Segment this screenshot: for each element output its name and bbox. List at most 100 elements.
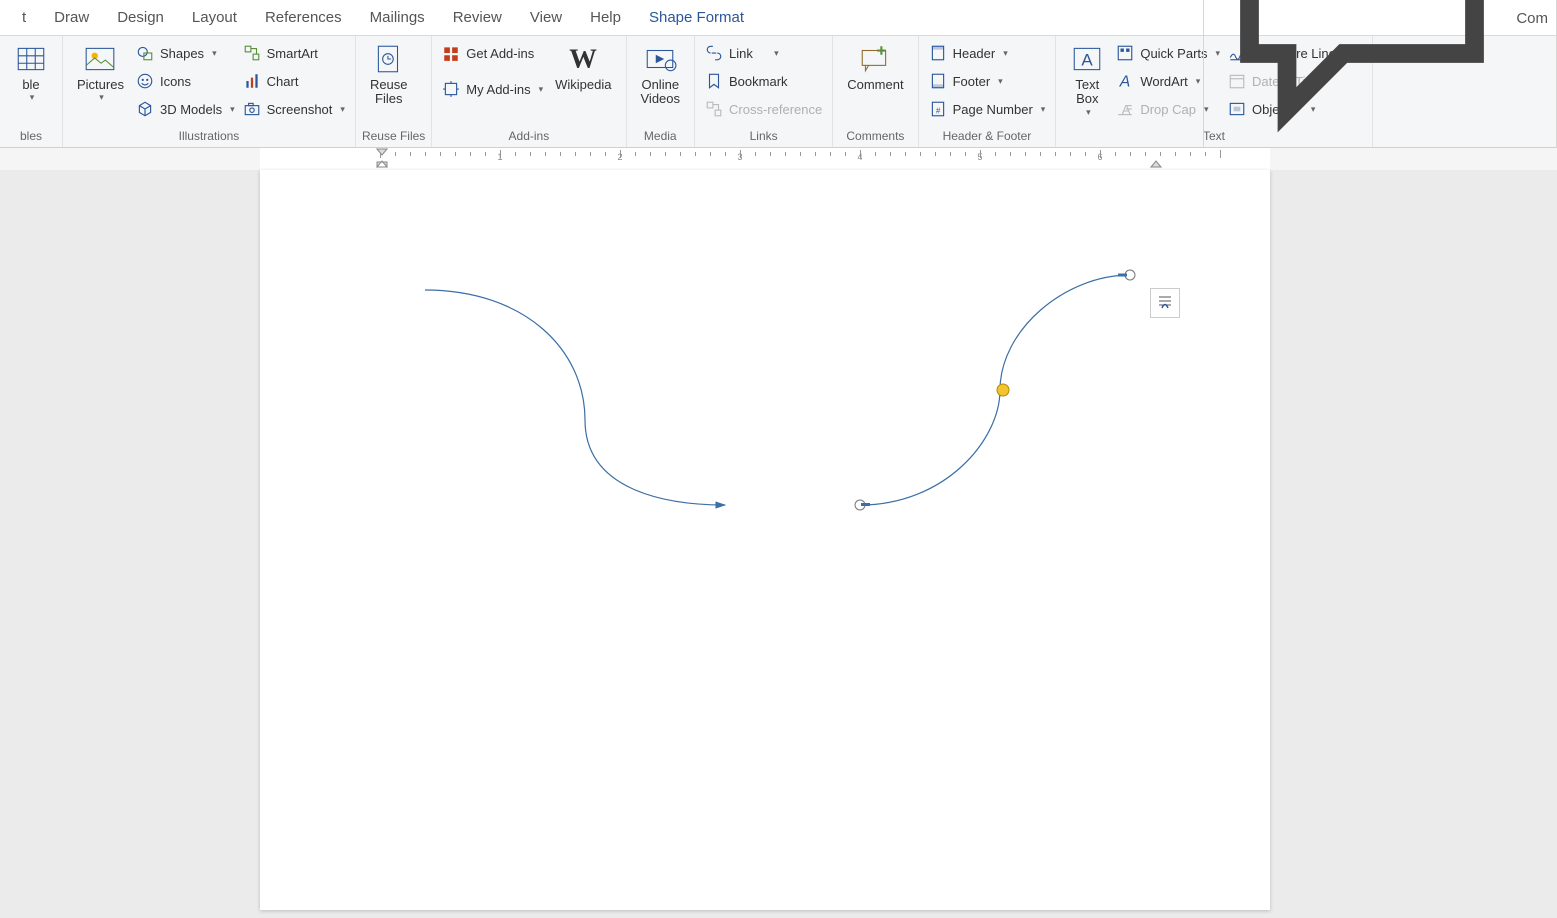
shape-adjustment-handle[interactable] <box>997 384 1009 396</box>
cross-reference-button[interactable]: Cross-reference <box>701 96 826 122</box>
group-label-illustrations: Illustrations <box>69 127 349 145</box>
chevron-down-icon: ▾ <box>539 84 544 95</box>
picture-icon <box>83 42 117 76</box>
page-number-icon: # <box>929 100 947 118</box>
reuse-files-icon <box>372 42 406 76</box>
tab-layout[interactable]: Layout <box>178 1 251 34</box>
group-label-header-footer: Header & Footer <box>925 127 1050 145</box>
crossref-icon <box>705 100 723 118</box>
ruler-number: 4 <box>857 152 862 162</box>
work-area: 1 2 3 4 5 6 <box>0 148 1557 918</box>
group-label-comments: Comments <box>839 127 911 145</box>
group-label-reuse-files: Reuse Files <box>362 127 425 145</box>
chevron-down-icon: ▾ <box>99 92 104 103</box>
ruler-number: 5 <box>977 152 982 162</box>
chevron-down-icon: ▾ <box>1003 48 1008 59</box>
chevron-down-icon: ▾ <box>998 76 1003 87</box>
table-icon <box>14 42 48 76</box>
wordart-icon: A <box>1116 72 1134 90</box>
shape-endpoint-arrowbase <box>861 503 870 506</box>
quickparts-icon <box>1116 44 1134 62</box>
wikipedia-icon: W <box>566 42 600 76</box>
chart-icon <box>243 72 261 90</box>
icons-button[interactable]: Icons <box>132 68 239 94</box>
chevron-down-icon: ▾ <box>30 92 35 103</box>
svg-text:#: # <box>935 107 940 116</box>
tab-review[interactable]: Review <box>439 1 516 34</box>
chevron-down-icon: ▾ <box>1041 104 1046 115</box>
screenshot-button[interactable]: Screenshot▾ <box>239 96 349 122</box>
get-addins-button[interactable]: Get Add-ins <box>438 40 547 66</box>
tab-insert[interactable]: t <box>8 1 40 34</box>
link-button[interactable]: Link ▾ <box>701 40 826 66</box>
tab-bar: t Draw Design Layout References Mailings… <box>0 0 1557 36</box>
icons-icon <box>136 72 154 90</box>
bookmark-button[interactable]: Bookmark <box>701 68 826 94</box>
tab-draw[interactable]: Draw <box>40 1 103 34</box>
comment-bubble-icon <box>1212 0 1512 170</box>
tab-view[interactable]: View <box>516 1 576 34</box>
header-icon <box>929 44 947 62</box>
chevron-down-icon: ▾ <box>1196 76 1201 87</box>
ruler-number: 3 <box>737 152 742 162</box>
shapes-button[interactable]: Shapes▾ <box>132 40 239 66</box>
cube-icon <box>136 100 154 118</box>
document-page[interactable] <box>260 170 1270 910</box>
horizontal-ruler[interactable]: 1 2 3 4 5 6 <box>0 148 1557 170</box>
wikipedia-button[interactable]: W Wikipedia <box>547 40 619 94</box>
new-comment-icon <box>858 42 892 76</box>
chevron-down-icon: ▾ <box>774 48 779 59</box>
3d-models-button[interactable]: 3D Models▾ <box>132 96 239 122</box>
textbox-icon: A <box>1070 42 1104 76</box>
link-icon <box>705 44 723 62</box>
online-videos-button[interactable]: Online Videos <box>633 40 689 109</box>
tab-references[interactable]: References <box>251 1 356 34</box>
bookmark-icon <box>705 72 723 90</box>
group-label-links: Links <box>701 127 826 145</box>
chevron-down-icon: ▾ <box>230 104 235 115</box>
pictures-button[interactable]: Pictures ▾ <box>69 40 132 105</box>
right-indent-marker[interactable] <box>1150 148 1162 168</box>
svg-text:A: A <box>1082 50 1094 69</box>
svg-text:A: A <box>1119 74 1131 90</box>
first-line-indent-marker[interactable] <box>376 148 388 168</box>
group-label-addins: Add-ins <box>438 127 619 145</box>
tab-help[interactable]: Help <box>576 1 635 34</box>
header-button[interactable]: Header▾ <box>925 40 1050 66</box>
layout-options-button[interactable] <box>1150 288 1180 318</box>
text-box-button[interactable]: A Text Box▾ <box>1062 40 1112 120</box>
dropcap-icon: A <box>1116 100 1134 118</box>
chevron-down-icon: ▾ <box>1086 107 1091 118</box>
ruler-number: 2 <box>617 152 622 162</box>
svg-text:W: W <box>570 43 598 74</box>
addin-icon <box>442 80 460 98</box>
svg-text:A: A <box>1122 103 1131 118</box>
shapes-icon <box>136 44 154 62</box>
smartart-icon <box>243 44 261 62</box>
group-label-media: Media <box>633 127 689 145</box>
video-icon <box>643 42 677 76</box>
camera-icon <box>243 100 261 118</box>
chevron-down-icon: ▾ <box>340 104 345 115</box>
smartart-button[interactable]: SmartArt <box>239 40 349 66</box>
table-button[interactable]: ble ▾ <box>6 40 56 105</box>
tab-shape-format[interactable]: Shape Format <box>635 1 758 34</box>
group-label-tables: bles <box>6 127 56 145</box>
shape-endpoint-arrowbase <box>1118 274 1127 277</box>
tab-mailings[interactable]: Mailings <box>356 1 439 34</box>
chevron-down-icon: ▾ <box>212 48 217 59</box>
reuse-files-button[interactable]: Reuse Files <box>362 40 416 109</box>
footer-icon <box>929 72 947 90</box>
store-icon <box>442 44 460 62</box>
layout-options-icon <box>1155 292 1175 315</box>
curved-arrow-shape[interactable] <box>425 290 745 520</box>
footer-button[interactable]: Footer▾ <box>925 68 1050 94</box>
tab-design[interactable]: Design <box>103 1 178 34</box>
page-number-button[interactable]: # Page Number▾ <box>925 96 1050 122</box>
my-addins-button[interactable]: My Add-ins▾ <box>438 76 547 102</box>
selected-curve-shape[interactable] <box>855 275 1145 515</box>
comment-button[interactable]: Comment <box>839 40 911 94</box>
ruler-number: 6 <box>1097 152 1102 162</box>
chart-button[interactable]: Chart <box>239 68 349 94</box>
ruler-number: 1 <box>497 152 502 162</box>
